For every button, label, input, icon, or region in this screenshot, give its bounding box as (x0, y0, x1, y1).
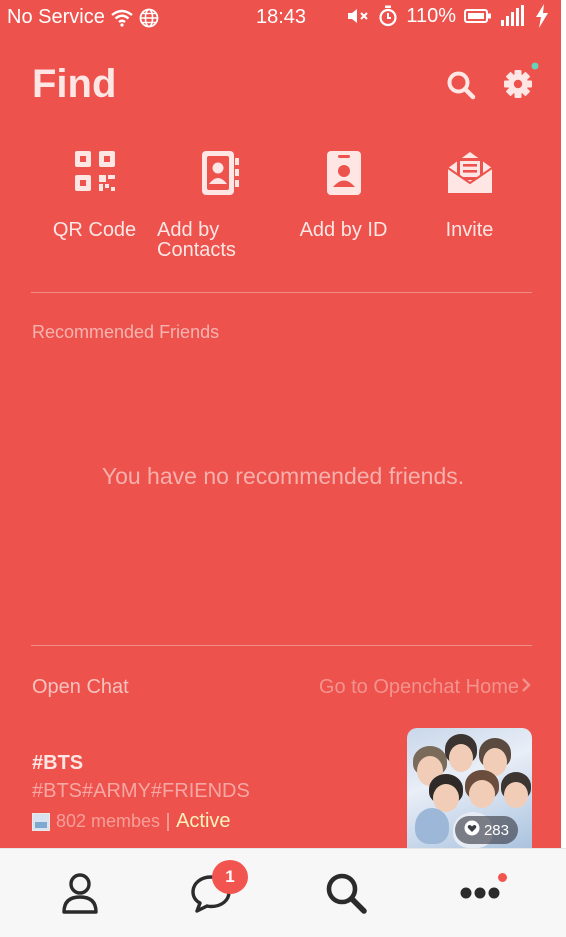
status-right: 110% (346, 4, 550, 28)
invite-label: Invite (445, 219, 494, 241)
settings-icon[interactable] (503, 60, 541, 105)
mute-icon (346, 7, 370, 25)
chevron-right-icon (521, 676, 531, 699)
find-icon (324, 871, 368, 920)
photo-detail (415, 808, 449, 844)
likes-badge: 283 (454, 816, 518, 844)
empty-recommendations-message: You have no recommended friends. (101, 463, 465, 489)
nav-find[interactable] (321, 871, 371, 919)
openchat-home-label: Go to Openchat Home (318, 676, 519, 698)
battery-icon (464, 8, 492, 24)
photo-detail (504, 782, 528, 808)
openchat-room-thumbnail[interactable]: 283 (407, 728, 532, 848)
invite-button[interactable]: Invite (407, 150, 532, 240)
add-by-contacts-label: Add by Contacts (157, 219, 236, 261)
openchat-room-name[interactable]: #BTS (32, 752, 83, 775)
open-chat-title: Open Chat (32, 676, 129, 698)
contacts-book-icon (200, 150, 240, 200)
photo-detail (469, 780, 495, 808)
openchat-home-link[interactable]: Go to Openchat Home (319, 676, 531, 699)
chat-unread-badge: 1 (212, 860, 248, 894)
find-actions: QR Code Add by Contacts Add by ID Invite (32, 150, 534, 270)
right-edge (561, 0, 566, 848)
likes-count: 283 (483, 821, 509, 839)
carrier-text: No Service (7, 6, 105, 28)
divider (31, 292, 532, 293)
active-status: Active (176, 810, 231, 832)
charging-icon (534, 4, 550, 28)
more-notification-dot (498, 873, 507, 882)
recommended-friends-label: Recommended Friends (32, 322, 220, 342)
signal-icon (500, 5, 526, 27)
mail-invite-icon (446, 150, 494, 200)
globe-icon (139, 8, 159, 28)
add-by-contacts-button[interactable]: Add by Contacts (157, 150, 282, 260)
qr-code-button[interactable]: QR Code (32, 150, 157, 240)
image-icon (32, 812, 50, 831)
bottom-navigation (0, 848, 566, 937)
id-card-icon (326, 150, 362, 200)
meta-separator (167, 812, 170, 831)
status-left: No Service (7, 6, 159, 29)
divider (31, 645, 532, 646)
wifi-icon (111, 9, 133, 27)
status-bar: No Service 18:43 110% (0, 0, 566, 36)
openchat-room-meta: 802 membes Active (32, 810, 231, 833)
openchat-room-tags: #BTS#ARMY#FRIENDS (32, 780, 250, 802)
add-by-id-button[interactable]: Add by ID (281, 150, 406, 240)
find-screen: No Service 18:43 110% Find QR Code Add b… (0, 0, 566, 937)
add-by-id-label: Add by ID (299, 219, 388, 241)
qr-code-icon (74, 150, 116, 196)
nav-friends[interactable] (55, 871, 105, 919)
battery-text: 110% (406, 4, 456, 27)
more-icon (460, 886, 500, 905)
alarm-icon (378, 5, 398, 27)
heart-icon (464, 820, 480, 840)
search-icon[interactable] (446, 70, 476, 105)
friends-icon (61, 872, 99, 919)
member-count: 802 membes (56, 811, 161, 831)
photo-detail (449, 744, 473, 772)
qr-code-label: QR Code (52, 219, 137, 241)
page-title: Find (32, 62, 117, 106)
clock-text: 18:43 (256, 6, 307, 28)
